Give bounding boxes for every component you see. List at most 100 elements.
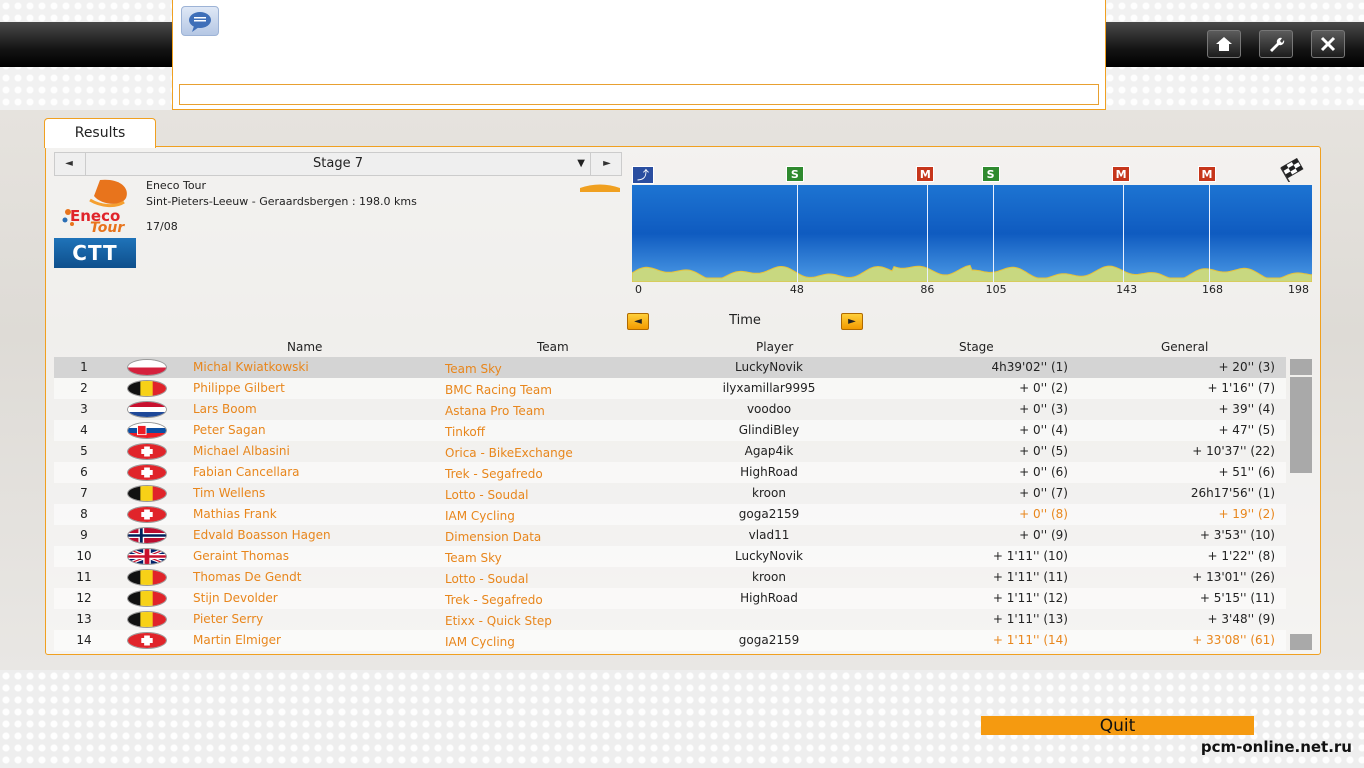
stage-time: + 0'' (9) (1019, 528, 1068, 542)
table-row[interactable]: 2 Philippe Gilbert BMC Racing Team ilyxamil… (54, 378, 1286, 399)
table-row[interactable]: 12 Stijn Devolder Trek - Segafredo HighRoad… (54, 588, 1286, 609)
stage-time: + 0'' (6) (1019, 465, 1068, 479)
stage-label[interactable]: Stage 7 (85, 153, 591, 175)
sprint-marker-icon[interactable]: S (785, 166, 804, 182)
table-row[interactable]: 5 Michael Albasini Orica - BikeExchange Aga… (54, 441, 1286, 462)
stage-time: + 0'' (7) (1019, 486, 1068, 500)
home-button[interactable] (1207, 30, 1241, 58)
scroll-down-button[interactable] (1290, 634, 1312, 650)
column-header-team[interactable]: Team (537, 340, 569, 354)
rider-name[interactable]: Philippe Gilbert (193, 381, 285, 395)
general-time: + 1'22'' (8) (1207, 549, 1275, 563)
profile-marker-line (927, 185, 929, 282)
km-label: 86 (920, 283, 935, 296)
chat-input[interactable] (179, 84, 1099, 105)
rider-name[interactable]: Stijn Devolder (193, 591, 278, 605)
country-flag-icon (127, 485, 167, 502)
country-flag-icon (127, 548, 167, 565)
country-flag-icon (127, 527, 167, 544)
team-name[interactable]: Etixx - Quick Step (445, 614, 552, 628)
scroll-up-button[interactable] (1290, 359, 1312, 375)
table-row[interactable]: 6 Fabian Cancellara Trek - Segafredo HighRo… (54, 462, 1286, 483)
next-stage-button[interactable]: ► (593, 153, 621, 175)
climb-marker-icon[interactable]: M (916, 166, 935, 182)
rider-name[interactable]: Lars Boom (193, 402, 257, 416)
team-name[interactable]: Trek - Segafredo (445, 467, 543, 481)
column-header-stage[interactable]: Stage (959, 340, 994, 354)
team-name[interactable]: Orica - BikeExchange (445, 446, 573, 460)
team-name[interactable]: BMC Racing Team (445, 383, 552, 397)
quit-button[interactable]: Quit (981, 716, 1254, 736)
rider-name[interactable]: Martin Elmiger (193, 633, 281, 647)
settings-button[interactable] (1259, 30, 1293, 58)
table-row[interactable]: 1 Michal Kwiatkowski Team Sky LuckyNovik 4h3… (54, 357, 1286, 378)
table-row[interactable]: 14 Martin Elmiger IAM Cycling goga2159 + 1'1… (54, 630, 1286, 651)
stage-time: + 0'' (5) (1019, 444, 1068, 458)
team-name[interactable]: Lotto - Soudal (445, 572, 528, 586)
next-classification-button[interactable]: ► (841, 313, 863, 330)
rider-name[interactable]: Edvald Boasson Hagen (193, 528, 331, 542)
rider-name[interactable]: Geraint Thomas (193, 549, 289, 563)
team-name[interactable]: Tinkoff (445, 425, 485, 439)
row-position: 8 (80, 507, 88, 521)
results-scrollbar[interactable] (1290, 357, 1312, 650)
stage-profile-chart (632, 185, 1312, 282)
column-header-general[interactable]: General (1161, 340, 1208, 354)
rider-name[interactable]: Peter Sagan (193, 423, 266, 437)
rider-name[interactable]: Michal Kwiatkowski (193, 360, 309, 374)
table-row[interactable]: 11 Thomas De Gendt Lotto - Soudal kroon + 1'… (54, 567, 1286, 588)
column-header-name[interactable]: Name (287, 340, 322, 354)
country-flag-icon (127, 401, 167, 418)
prev-stage-button[interactable]: ◄ (55, 153, 83, 175)
profile-marker-line (1208, 185, 1210, 282)
watermark: pcm-online.net.ru (1200, 738, 1352, 756)
km-label: 143 (1116, 283, 1138, 296)
km-label: 105 (985, 283, 1007, 296)
stage-dropdown-icon[interactable]: ▼ (577, 153, 585, 175)
chat-bubble-icon (189, 12, 211, 32)
team-name[interactable]: Team Sky (445, 362, 502, 376)
column-header-player[interactable]: Player (756, 340, 793, 354)
team-name[interactable]: Dimension Data (445, 530, 541, 544)
table-row[interactable]: 9 Edvald Boasson Hagen Dimension Data vlad1… (54, 525, 1286, 546)
rider-name[interactable]: Tim Wellens (193, 486, 265, 500)
stage-time: + 0'' (2) (1019, 381, 1068, 395)
sprint-marker-icon[interactable]: S (981, 166, 1000, 182)
row-position: 10 (76, 549, 92, 563)
close-button[interactable] (1311, 30, 1345, 58)
elevation-graph (632, 264, 1312, 282)
rider-name[interactable]: Pieter Serry (193, 612, 263, 626)
general-time: + 10'37'' (22) (1192, 444, 1275, 458)
climb-marker-icon[interactable]: M (1112, 166, 1131, 182)
rider-name[interactable]: Michael Albasini (193, 444, 290, 458)
general-time: 26h17'56'' (1) (1190, 486, 1275, 500)
table-row[interactable]: 4 Peter Sagan Tinkoff GlindiBley + 0'' (4) + … (54, 420, 1286, 441)
team-name[interactable]: Trek - Segafredo (445, 593, 543, 607)
team-name[interactable]: Lotto - Soudal (445, 488, 528, 502)
team-name[interactable]: IAM Cycling (445, 635, 515, 649)
team-name[interactable]: IAM Cycling (445, 509, 515, 523)
stage-selector: ◄ Stage 7 ▼ ► (54, 152, 622, 176)
team-name[interactable]: Astana Pro Team (445, 404, 545, 418)
stage-type-badge: CTT (54, 238, 136, 268)
table-row[interactable]: 10 Geraint Thomas Team Sky LuckyNovik + 1'11… (54, 546, 1286, 567)
row-position: 2 (80, 381, 88, 395)
tab-results[interactable]: Results (44, 118, 156, 148)
prev-classification-button[interactable]: ◄ (627, 313, 649, 330)
home-icon (1216, 37, 1232, 51)
climb-marker-icon[interactable]: M (1197, 166, 1216, 182)
table-row[interactable]: 7 Tim Wellens Lotto - Soudal kroon + 0'' (7)… (54, 483, 1286, 504)
table-row[interactable]: 3 Lars Boom Astana Pro Team voodoo + 0'' (3)… (54, 399, 1286, 420)
rider-name[interactable]: Fabian Cancellara (193, 465, 300, 479)
chat-button[interactable] (181, 6, 219, 36)
team-name[interactable]: Team Sky (445, 551, 502, 565)
table-row[interactable]: 13 Pieter Serry Etixx - Quick Step + 1'11''… (54, 609, 1286, 630)
rider-name[interactable]: Mathias Frank (193, 507, 277, 521)
stage-time: + 0'' (4) (1019, 423, 1068, 437)
stage-time: + 1'11'' (14) (992, 633, 1068, 647)
rider-name[interactable]: Thomas De Gendt (193, 570, 301, 584)
scroll-thumb[interactable] (1290, 377, 1312, 473)
table-row[interactable]: 8 Mathias Frank IAM Cycling goga2159 + 0'' (… (54, 504, 1286, 525)
country-flag-icon (127, 569, 167, 586)
row-position: 13 (76, 612, 92, 626)
